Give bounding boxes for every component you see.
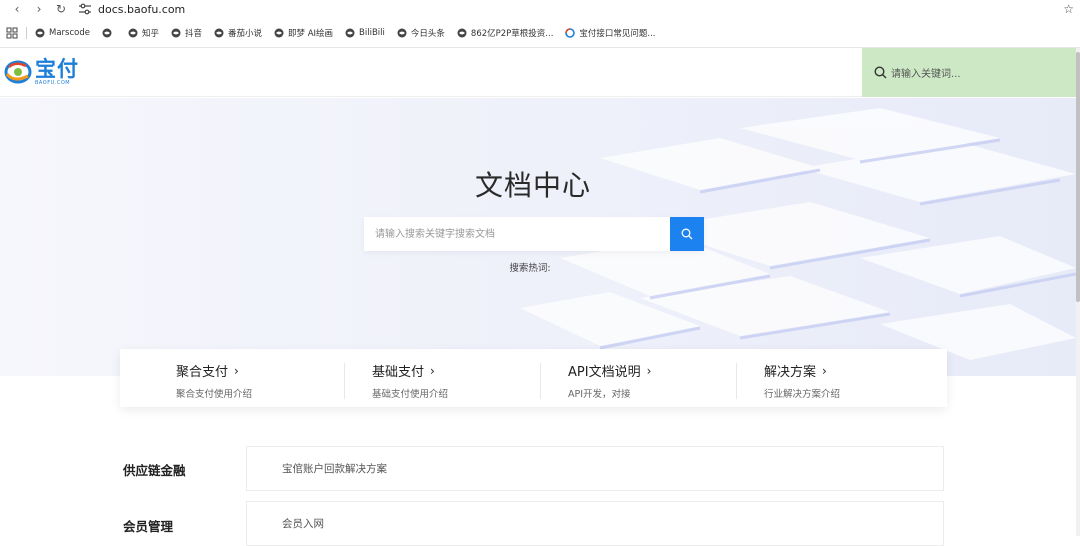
bookmark-marscode[interactable]: Marscode (35, 28, 90, 38)
section-item-link[interactable]: 宝倌账户回款解决方案 (246, 446, 944, 491)
site-header: 宝付 BAOFU.COM 请输入关键词... (0, 48, 1076, 97)
bookmark-fanqie[interactable]: 番茄小说 (214, 27, 262, 39)
apps-grid-icon[interactable] (6, 27, 18, 39)
category-title[interactable]: 解决方案 (764, 361, 816, 380)
globe-icon (128, 28, 138, 37)
bookmark-star-icon[interactable]: ☆ (1063, 2, 1074, 16)
globe-icon (397, 28, 407, 37)
address-bar[interactable]: docs.baofu.com (78, 3, 185, 16)
category-api-docs[interactable]: API文档说明 › API开发，对接 (540, 349, 736, 407)
search-icon (874, 66, 887, 79)
chevron-right-icon: › (646, 363, 652, 378)
page-title: 文档中心 (474, 169, 591, 202)
back-icon[interactable]: ‹ (6, 1, 28, 17)
globe-icon (35, 28, 45, 37)
site-settings-icon[interactable] (78, 3, 92, 15)
globe-icon (214, 28, 224, 37)
bookmark-baofu-faq[interactable]: 宝付接口常见问题... (565, 27, 656, 39)
bookmark-toutiao[interactable]: 今日头条 (397, 27, 445, 39)
section-label-supply-chain: 供应链金融 (123, 463, 186, 478)
reload-icon[interactable]: ↻ (50, 1, 72, 17)
globe-icon (457, 28, 467, 37)
baofu-logo-icon (4, 60, 32, 84)
search-icon (681, 228, 693, 240)
section-item-link[interactable]: 会员入网 (246, 501, 944, 546)
category-subtitle: API开发，对接 (568, 389, 631, 400)
doc-search-box (364, 217, 704, 251)
scrollbar-thumb[interactable] (1076, 52, 1080, 302)
globe-icon (345, 28, 355, 37)
forward-icon[interactable]: › (28, 1, 50, 17)
browser-toolbar: ‹ › ↻ docs.baofu.com ☆ (0, 0, 1080, 18)
header-search[interactable]: 请输入关键词... (862, 48, 1076, 97)
category-card: 聚合支付 › 聚合支付使用介绍 基础支付 › 基础支付使用介绍 API文档说明 › A… (120, 349, 947, 407)
bookmark-p2p[interactable]: 862亿P2P草根投资... (457, 27, 553, 39)
category-basic-pay[interactable]: 基础支付 › 基础支付使用介绍 (344, 349, 540, 407)
bookmark-zhihu[interactable]: 知乎 (128, 27, 159, 39)
section-label-member: 会员管理 (123, 519, 174, 534)
bookmarks-divider (26, 26, 27, 39)
chevron-right-icon: › (430, 363, 435, 378)
bookmark-douyin[interactable]: 抖音 (171, 27, 202, 39)
category-subtitle: 行业解决方案介绍 (764, 389, 841, 400)
bookmarks-bar: Marscode 知乎 抖音 番茄小说 即梦 AI绘画 BiliBili 今日头… (0, 18, 1080, 48)
baofu-favicon-icon (565, 27, 576, 38)
baofu-logo[interactable]: 宝付 BAOFU.COM (4, 58, 79, 86)
bookmark-bilibili[interactable]: BiliBili (345, 28, 385, 38)
category-aggregate-pay[interactable]: 聚合支付 › 聚合支付使用介绍 (120, 349, 344, 407)
search-button[interactable] (670, 217, 704, 251)
logo-domain: BAOFU.COM (35, 79, 71, 86)
bookmark-unnamed[interactable] (102, 28, 116, 38)
hot-search-label: 搜索热词: (509, 263, 551, 274)
category-title[interactable]: 聚合支付 (176, 361, 228, 380)
category-solutions[interactable]: 解决方案 › 行业解决方案介绍 (736, 349, 947, 407)
chevron-right-icon: › (234, 363, 239, 378)
category-subtitle: 聚合支付使用介绍 (176, 389, 253, 400)
doc-search-input[interactable] (364, 217, 670, 251)
header-search-placeholder: 请输入关键词... (891, 69, 961, 80)
globe-icon (102, 28, 112, 37)
category-subtitle: 基础支付使用介绍 (372, 389, 449, 400)
url-text[interactable]: docs.baofu.com (98, 3, 185, 16)
category-title[interactable]: 基础支付 (372, 361, 424, 380)
bookmark-jimeng[interactable]: 即梦 AI绘画 (274, 27, 333, 39)
chevron-right-icon: › (822, 363, 827, 378)
logo-text: 宝付 (35, 56, 79, 81)
globe-icon (171, 28, 181, 37)
globe-icon (274, 28, 284, 37)
hero-banner: 文档中心 搜索热词: (0, 98, 1076, 376)
category-title[interactable]: API文档说明 (568, 361, 641, 380)
